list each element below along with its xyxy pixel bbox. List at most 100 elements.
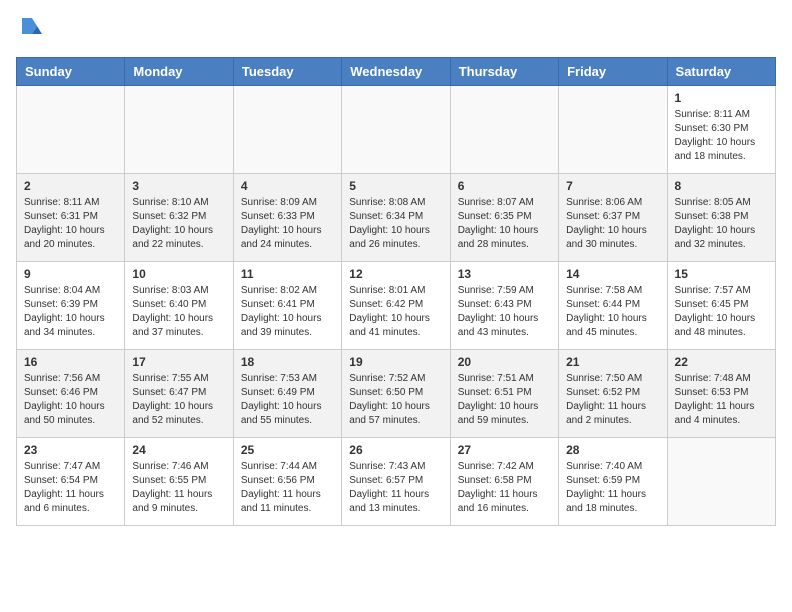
calendar-cell bbox=[17, 86, 125, 174]
day-info: Sunrise: 7:55 AM Sunset: 6:47 PM Dayligh… bbox=[132, 372, 225, 428]
calendar-cell: 14 Sunrise: 7:58 AM Sunset: 6:44 PM Dayli… bbox=[559, 262, 667, 350]
header-sunday: Sunday bbox=[17, 58, 125, 86]
calendar-week-row: 9 Sunrise: 8:04 AM Sunset: 6:39 PM Daylig… bbox=[17, 262, 776, 350]
day-info: Sunrise: 8:05 AM Sunset: 6:38 PM Dayligh… bbox=[675, 196, 768, 252]
calendar-cell: 9 Sunrise: 8:04 AM Sunset: 6:39 PM Daylig… bbox=[17, 262, 125, 350]
day-info: Sunrise: 8:03 AM Sunset: 6:40 PM Dayligh… bbox=[132, 284, 225, 340]
day-info: Sunrise: 8:06 AM Sunset: 6:37 PM Dayligh… bbox=[566, 196, 659, 252]
day-number: 19 bbox=[349, 355, 442, 369]
day-number: 11 bbox=[241, 267, 334, 281]
calendar-cell: 15 Sunrise: 7:57 AM Sunset: 6:45 PM Dayli… bbox=[667, 262, 775, 350]
day-number: 20 bbox=[458, 355, 551, 369]
day-number: 3 bbox=[132, 179, 225, 193]
calendar-cell bbox=[233, 86, 341, 174]
calendar-cell: 11 Sunrise: 8:02 AM Sunset: 6:41 PM Dayli… bbox=[233, 262, 341, 350]
day-number: 1 bbox=[675, 91, 768, 105]
calendar-header-row: SundayMondayTuesdayWednesdayThursdayFrid… bbox=[17, 58, 776, 86]
header-friday: Friday bbox=[559, 58, 667, 86]
calendar-cell: 28 Sunrise: 7:40 AM Sunset: 6:59 PM Dayli… bbox=[559, 438, 667, 526]
calendar-cell: 8 Sunrise: 8:05 AM Sunset: 6:38 PM Daylig… bbox=[667, 174, 775, 262]
day-number: 18 bbox=[241, 355, 334, 369]
day-number: 16 bbox=[24, 355, 117, 369]
calendar-week-row: 23 Sunrise: 7:47 AM Sunset: 6:54 PM Dayli… bbox=[17, 438, 776, 526]
day-info: Sunrise: 8:09 AM Sunset: 6:33 PM Dayligh… bbox=[241, 196, 334, 252]
header-wednesday: Wednesday bbox=[342, 58, 450, 86]
calendar-cell: 27Sunrise: 7:42 AM Sunset: 6:58 PM Dayli… bbox=[450, 438, 558, 526]
day-info: Sunrise: 8:07 AM Sunset: 6:35 PM Dayligh… bbox=[458, 196, 551, 252]
calendar-cell: 6 Sunrise: 8:07 AM Sunset: 6:35 PM Daylig… bbox=[450, 174, 558, 262]
calendar-cell: 17 Sunrise: 7:55 AM Sunset: 6:47 PM Dayli… bbox=[125, 350, 233, 438]
calendar-cell bbox=[342, 86, 450, 174]
day-info: Sunrise: 8:10 AM Sunset: 6:32 PM Dayligh… bbox=[132, 196, 225, 252]
day-number: 21 bbox=[566, 355, 659, 369]
calendar-cell bbox=[667, 438, 775, 526]
day-info: Sunrise: 7:40 AM Sunset: 6:59 PM Dayligh… bbox=[566, 460, 659, 516]
day-number: 9 bbox=[24, 267, 117, 281]
calendar-cell: 1 Sunrise: 8:11 AM Sunset: 6:30 PM Daylig… bbox=[667, 86, 775, 174]
day-info: Sunrise: 7:46 AM Sunset: 6:55 PM Dayligh… bbox=[132, 460, 225, 516]
day-number: 6 bbox=[458, 179, 551, 193]
day-info: Sunrise: 8:02 AM Sunset: 6:41 PM Dayligh… bbox=[241, 284, 334, 340]
calendar-cell: 18 Sunrise: 7:53 AM Sunset: 6:49 PM Dayli… bbox=[233, 350, 341, 438]
calendar-week-row: 2 Sunrise: 8:11 AM Sunset: 6:31 PM Daylig… bbox=[17, 174, 776, 262]
day-info: Sunrise: 7:44 AM Sunset: 6:56 PM Dayligh… bbox=[241, 460, 334, 516]
day-info: Sunrise: 7:56 AM Sunset: 6:46 PM Dayligh… bbox=[24, 372, 117, 428]
day-info: Sunrise: 8:11 AM Sunset: 6:30 PM Dayligh… bbox=[675, 108, 768, 164]
day-info: Sunrise: 7:53 AM Sunset: 6:49 PM Dayligh… bbox=[241, 372, 334, 428]
header-tuesday: Tuesday bbox=[233, 58, 341, 86]
calendar-week-row: 1 Sunrise: 8:11 AM Sunset: 6:30 PM Daylig… bbox=[17, 86, 776, 174]
calendar-cell: 22 Sunrise: 7:48 AM Sunset: 6:53 PM Dayli… bbox=[667, 350, 775, 438]
calendar-cell: 5 Sunrise: 8:08 AM Sunset: 6:34 PM Daylig… bbox=[342, 174, 450, 262]
calendar-cell: 19Sunrise: 7:52 AM Sunset: 6:50 PM Dayli… bbox=[342, 350, 450, 438]
day-number: 4 bbox=[241, 179, 334, 193]
calendar-cell: 20 Sunrise: 7:51 AM Sunset: 6:51 PM Dayli… bbox=[450, 350, 558, 438]
logo bbox=[16, 16, 42, 45]
calendar-cell: 13 Sunrise: 7:59 AM Sunset: 6:43 PM Dayli… bbox=[450, 262, 558, 350]
page-header bbox=[16, 16, 776, 45]
calendar-cell: 2 Sunrise: 8:11 AM Sunset: 6:31 PM Daylig… bbox=[17, 174, 125, 262]
day-info: Sunrise: 7:42 AM Sunset: 6:58 PM Dayligh… bbox=[458, 460, 551, 516]
day-info: Sunrise: 8:11 AM Sunset: 6:31 PM Dayligh… bbox=[24, 196, 117, 252]
calendar-cell: 7 Sunrise: 8:06 AM Sunset: 6:37 PM Daylig… bbox=[559, 174, 667, 262]
day-info: Sunrise: 7:58 AM Sunset: 6:44 PM Dayligh… bbox=[566, 284, 659, 340]
day-info: Sunrise: 7:59 AM Sunset: 6:43 PM Dayligh… bbox=[458, 284, 551, 340]
header-thursday: Thursday bbox=[450, 58, 558, 86]
day-number: 14 bbox=[566, 267, 659, 281]
day-number: 5 bbox=[349, 179, 442, 193]
logo-icon bbox=[18, 16, 42, 40]
day-number: 15 bbox=[675, 267, 768, 281]
calendar-cell: 4 Sunrise: 8:09 AM Sunset: 6:33 PM Daylig… bbox=[233, 174, 341, 262]
calendar-cell: 24Sunrise: 7:46 AM Sunset: 6:55 PM Dayli… bbox=[125, 438, 233, 526]
calendar-cell: 16 Sunrise: 7:56 AM Sunset: 6:46 PM Dayli… bbox=[17, 350, 125, 438]
calendar-cell bbox=[125, 86, 233, 174]
day-number: 7 bbox=[566, 179, 659, 193]
calendar-week-row: 16 Sunrise: 7:56 AM Sunset: 6:46 PM Dayli… bbox=[17, 350, 776, 438]
day-number: 8 bbox=[675, 179, 768, 193]
day-info: Sunrise: 7:50 AM Sunset: 6:52 PM Dayligh… bbox=[566, 372, 659, 428]
day-info: Sunrise: 7:51 AM Sunset: 6:51 PM Dayligh… bbox=[458, 372, 551, 428]
day-number: 17 bbox=[132, 355, 225, 369]
day-number: 2 bbox=[24, 179, 117, 193]
calendar-cell: 10 Sunrise: 8:03 AM Sunset: 6:40 PM Dayli… bbox=[125, 262, 233, 350]
day-number: 13 bbox=[458, 267, 551, 281]
day-number: 26 bbox=[349, 443, 442, 457]
day-info: Sunrise: 7:47 AM Sunset: 6:54 PM Dayligh… bbox=[24, 460, 117, 516]
day-number: 12 bbox=[349, 267, 442, 281]
day-info: Sunrise: 7:48 AM Sunset: 6:53 PM Dayligh… bbox=[675, 372, 768, 428]
calendar-cell: 23 Sunrise: 7:47 AM Sunset: 6:54 PM Dayli… bbox=[17, 438, 125, 526]
day-number: 28 bbox=[566, 443, 659, 457]
day-info: Sunrise: 8:04 AM Sunset: 6:39 PM Dayligh… bbox=[24, 284, 117, 340]
calendar-cell bbox=[450, 86, 558, 174]
day-info: Sunrise: 7:43 AM Sunset: 6:57 PM Dayligh… bbox=[349, 460, 442, 516]
calendar-cell: 3 Sunrise: 8:10 AM Sunset: 6:32 PM Daylig… bbox=[125, 174, 233, 262]
header-saturday: Saturday bbox=[667, 58, 775, 86]
day-info: Sunrise: 7:57 AM Sunset: 6:45 PM Dayligh… bbox=[675, 284, 768, 340]
day-info: Sunrise: 8:08 AM Sunset: 6:34 PM Dayligh… bbox=[349, 196, 442, 252]
calendar: SundayMondayTuesdayWednesdayThursdayFrid… bbox=[16, 57, 776, 526]
calendar-cell: 21 Sunrise: 7:50 AM Sunset: 6:52 PM Dayli… bbox=[559, 350, 667, 438]
calendar-cell: 26 Sunrise: 7:43 AM Sunset: 6:57 PM Dayli… bbox=[342, 438, 450, 526]
calendar-cell: 25Sunrise: 7:44 AM Sunset: 6:56 PM Dayli… bbox=[233, 438, 341, 526]
day-number: 10 bbox=[132, 267, 225, 281]
day-number: 23 bbox=[24, 443, 117, 457]
day-number: 22 bbox=[675, 355, 768, 369]
